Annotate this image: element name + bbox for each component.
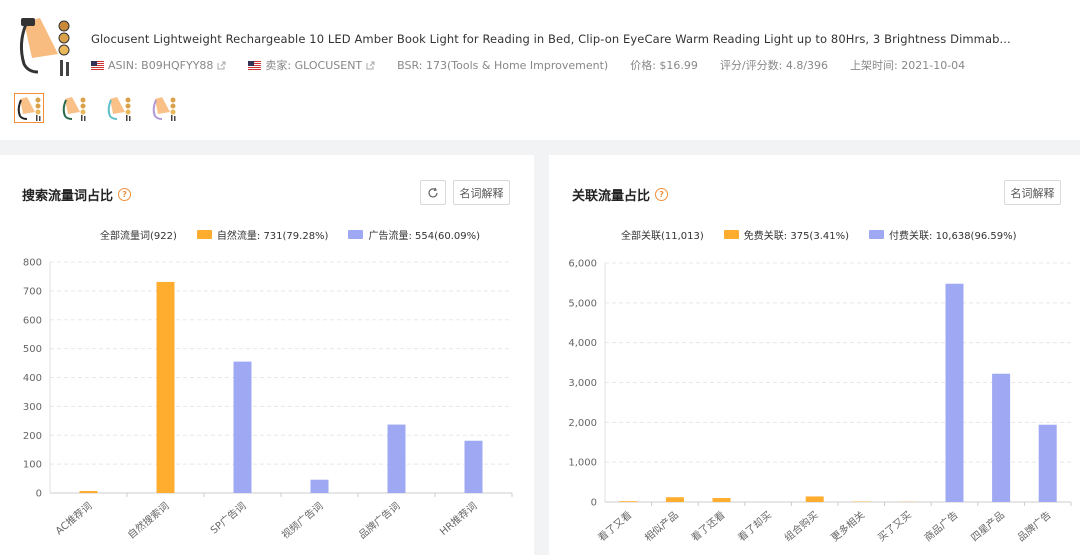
y-tick-label: 300 bbox=[23, 402, 42, 413]
x-tick-label: 视频广告词 bbox=[279, 499, 326, 541]
lamp-icon bbox=[15, 94, 43, 122]
x-tick-label: 买了又买 bbox=[875, 509, 913, 544]
seller-text: 卖家: GLOCUSENT bbox=[265, 57, 362, 73]
lamp-icon bbox=[60, 94, 88, 122]
bar[interactable] bbox=[666, 497, 684, 502]
y-tick-label: 6,000 bbox=[568, 259, 597, 270]
bar[interactable] bbox=[619, 501, 637, 502]
y-tick-label: 200 bbox=[23, 431, 42, 442]
bsr-item: BSR: 173(Tools & Home Improvement) bbox=[397, 59, 608, 72]
date-item: 上架时间: 2021-10-04 bbox=[850, 57, 965, 73]
x-tick-label: 商品广告 bbox=[921, 508, 960, 544]
product-header: Glocusent Lightweight Rechargeable 10 LE… bbox=[0, 0, 1080, 140]
x-tick-label: 看了又看 bbox=[595, 508, 634, 544]
bar[interactable] bbox=[806, 496, 824, 502]
us-flag-icon bbox=[248, 61, 261, 70]
y-tick-label: 0 bbox=[591, 498, 597, 509]
variant-thumbnail[interactable] bbox=[104, 93, 134, 123]
x-tick-label: AC推荐词 bbox=[53, 499, 95, 537]
bar[interactable] bbox=[234, 362, 252, 493]
y-tick-label: 700 bbox=[23, 286, 42, 297]
related-traffic-chart: 01,0002,0003,0004,0005,0006,000看了又看相似产品看… bbox=[549, 155, 1080, 555]
x-tick-label: 更多相关 bbox=[828, 508, 867, 544]
asin-text: ASIN: B09HQFYY88 bbox=[108, 59, 213, 72]
variant-thumbnail[interactable] bbox=[14, 93, 44, 123]
y-tick-label: 1,000 bbox=[568, 458, 597, 469]
y-tick-label: 4,000 bbox=[568, 338, 597, 349]
rating-text: 评分/评分数: 4.8/396 bbox=[720, 57, 828, 73]
y-tick-label: 5,000 bbox=[568, 298, 597, 309]
y-tick-label: 0 bbox=[36, 489, 42, 500]
bar[interactable] bbox=[80, 491, 98, 493]
lamp-icon bbox=[150, 94, 178, 122]
bar[interactable] bbox=[157, 282, 175, 493]
bar[interactable] bbox=[946, 284, 964, 502]
bar[interactable] bbox=[992, 374, 1010, 502]
lamp-icon bbox=[105, 94, 133, 122]
external-link-icon[interactable] bbox=[217, 61, 226, 70]
y-tick-label: 2,000 bbox=[568, 418, 597, 429]
x-tick-label: 看了却买 bbox=[735, 508, 774, 544]
price-text: 价格: $16.99 bbox=[630, 57, 698, 73]
x-tick-label: 组合购买 bbox=[782, 508, 821, 544]
bar[interactable] bbox=[1039, 425, 1057, 502]
product-title[interactable]: Glocusent Lightweight Rechargeable 10 LE… bbox=[91, 32, 1011, 46]
product-meta: ASIN: B09HQFYY88 卖家: GLOCUSENT BSR: 173(… bbox=[91, 57, 987, 73]
bar[interactable] bbox=[465, 441, 483, 493]
related-traffic-panel: 关联流量占比 ? 名词解释 全部关联(11,013) 免费关联: 375(3.4… bbox=[549, 155, 1080, 555]
x-tick-label: 品牌广告 bbox=[1015, 508, 1054, 544]
x-tick-label: HR推荐词 bbox=[437, 499, 479, 538]
variant-thumbnail[interactable] bbox=[149, 93, 179, 123]
bar[interactable] bbox=[388, 425, 406, 493]
y-tick-label: 600 bbox=[23, 315, 42, 326]
product-main-image[interactable] bbox=[14, 14, 76, 80]
search-traffic-panel: 搜索流量词占比 ? 名词解释 全部流量词(922) 自然流量: 731(79.2… bbox=[0, 155, 534, 555]
external-link-icon[interactable] bbox=[366, 61, 375, 70]
bsr-text: BSR: 173(Tools & Home Improvement) bbox=[397, 59, 608, 72]
x-tick-label: 相似产品 bbox=[642, 508, 681, 544]
us-flag-icon bbox=[91, 61, 104, 70]
y-tick-label: 800 bbox=[23, 258, 42, 269]
asin-item[interactable]: ASIN: B09HQFYY88 bbox=[91, 59, 226, 72]
x-tick-label: 自然搜索词 bbox=[125, 499, 172, 541]
y-tick-label: 100 bbox=[23, 460, 42, 471]
variant-list bbox=[14, 93, 194, 123]
rating-item: 评分/评分数: 4.8/396 bbox=[720, 57, 828, 73]
seller-item[interactable]: 卖家: GLOCUSENT bbox=[248, 57, 375, 73]
search-traffic-chart: 0 100 200 300 400 500 600 700 800 AC推荐词自然搜索词 SP广告词… bbox=[0, 155, 534, 555]
y-tick-label: 3,000 bbox=[568, 378, 597, 389]
x-tick-label: 看了还看 bbox=[688, 508, 727, 544]
y-tick-label: 500 bbox=[23, 344, 42, 355]
x-tick-label: SP广告词 bbox=[208, 499, 249, 536]
variant-thumbnail[interactable] bbox=[59, 93, 89, 123]
x-tick-label: 四星产品 bbox=[968, 508, 1007, 544]
x-tick-label: 品牌广告词 bbox=[356, 499, 403, 541]
price-item: 价格: $16.99 bbox=[630, 57, 698, 73]
date-text: 上架时间: 2021-10-04 bbox=[850, 57, 965, 73]
bar[interactable] bbox=[311, 480, 329, 493]
bar[interactable] bbox=[713, 498, 731, 502]
y-tick-label: 400 bbox=[23, 373, 42, 384]
